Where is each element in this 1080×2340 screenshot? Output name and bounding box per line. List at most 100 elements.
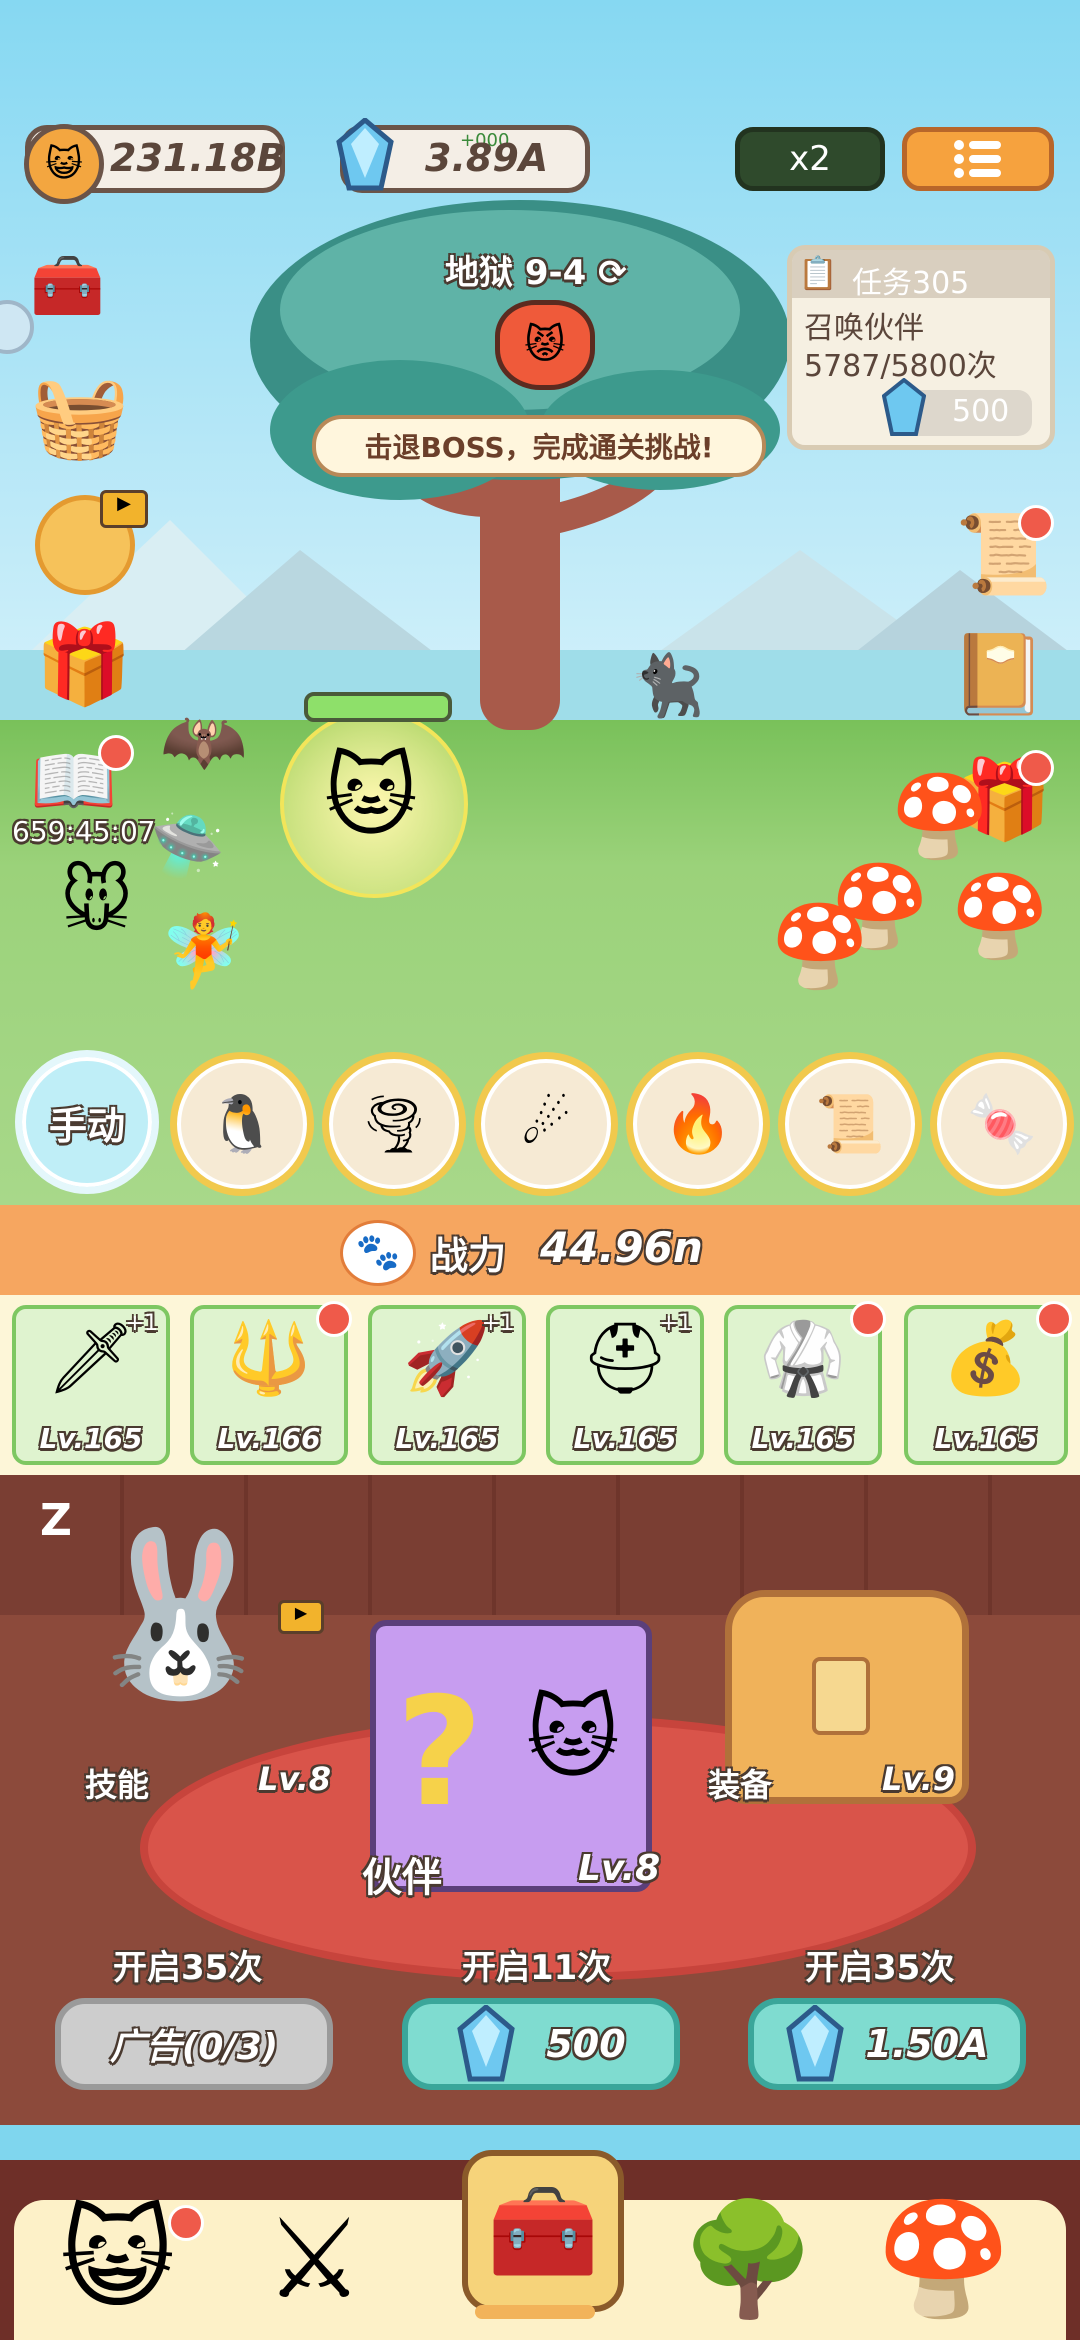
fairy-enemy: 🧚 [160,910,248,992]
coin-value: 231.18B [110,136,286,180]
equipment-slot-6[interactable]: 💰 Lv.165 [904,1301,1072,1465]
fire-icon: 🔥 [663,1092,733,1157]
equipment-level: Lv.165 [573,1422,677,1455]
task-reward-value: 500 [952,394,1010,429]
task-icon: 📋 [798,254,838,292]
coin-icon: 😺 [24,124,104,204]
task-card[interactable]: 📋 任务305 召唤伙伴5787/5800次 500 [787,245,1055,450]
banner-text: 击退BOSS，完成通关挑战! [364,431,714,464]
stage-title: 地狱 9-4 ⟳ [445,253,627,293]
mushroom-enemy: 🍄 [770,900,870,993]
skill-summon-level: Lv.8 [258,1760,332,1798]
skill-summon-bunny[interactable]: 🐰 [80,1520,279,1709]
equipment-level: Lv.165 [39,1422,143,1455]
cat-icon: 😺 [60,2195,175,2323]
notification-dot [1018,750,1054,786]
skill-slot-6[interactable]: 🍬 [930,1052,1074,1196]
equipment-level: Lv.165 [751,1422,855,1455]
hero-cat: 🐱 [280,692,468,898]
mushroom-house-icon: 🍄 [875,2195,1012,2323]
skill-slot-3[interactable]: ☄ [474,1052,618,1196]
skill-slot-5[interactable]: 📜 [778,1052,922,1196]
skill-slot-4[interactable]: 🔥 [626,1052,770,1196]
skill-slot-1[interactable]: 🐧 [170,1052,314,1196]
equipment-slot-5[interactable]: 🥋 Lv.165 [724,1301,886,1465]
skill-open-count: 开启35次 [113,1948,263,1988]
armor-icon: 🥋 [759,1317,847,1399]
tab-tree[interactable]: 🌳 [680,2195,817,2324]
skill-ad-summon-button[interactable]: 广告(0/3) [55,1998,333,2090]
boss-icon[interactable]: 😾 [495,300,595,390]
gem-counter[interactable]: +000 3.89A [336,116,590,193]
mushroom-enemy: 🍄 [950,870,1050,963]
equipment-slot-4[interactable]: +1 ⛑ Lv.165 [546,1305,704,1465]
question-mark-icon: ? [396,1666,484,1840]
equipment-slot-2[interactable]: 🔱 Lv.166 [190,1301,352,1465]
manual-label: 手动 [48,1103,125,1148]
treasure-basket-icon[interactable]: 🧺 [30,370,130,464]
meteor-icon: ☄ [520,1091,572,1157]
upgrade-badge: +1 [659,1311,692,1336]
tab-chest[interactable]: 🧰 [462,2150,624,2312]
equipment-slot-3[interactable]: +1 🚀 Lv.165 [368,1305,526,1465]
coin-counter[interactable]: 😺 231.18B [24,124,286,204]
notification-dot [850,1301,886,1337]
equip-summon-label: 装备 [708,1766,773,1804]
power-value: 44.96n [540,1223,703,1272]
tab-mushroom-house[interactable]: 🍄 [875,2195,1012,2324]
equip-summon-level: Lv.9 [882,1760,956,1798]
equipment-slot-1[interactable]: +1 🗡 Lv.165 [12,1305,170,1465]
chest-lock-icon [812,1657,870,1735]
partner-cost: 500 [546,2022,626,2066]
gem-icon [882,378,926,436]
equip-cost: 1.50A [865,2022,989,2066]
partner-summon-label: 伙伴 [362,1855,442,1901]
skill-summon-label: 技能 [85,1766,150,1804]
ufo-enemy: 🛸 [150,811,225,881]
bat-enemy: 🦇 [160,700,248,782]
weapon-icon: ⚔ [265,2195,364,2323]
video-wheel-icon[interactable]: ▶ [35,490,148,595]
settings-cluster-icon[interactable]: 🧰 [30,250,125,340]
manual-toggle-button[interactable]: 手动 [15,1050,159,1194]
menu-button[interactable] [902,127,1054,191]
notification-dot [1018,505,1054,541]
penguin-icon: 🐧 [207,1092,277,1157]
skill-slot-2[interactable]: 🌪 [322,1052,466,1196]
cat-album-icon[interactable]: 📔 [950,630,1047,721]
power-bar: 🐾 战力 44.96n [0,1205,1080,1295]
spear-icon: 🔱 [225,1317,313,1399]
play-ad-icon[interactable]: ▶ [278,1600,324,1634]
speed-button[interactable]: x2 [735,127,885,191]
speed-label: x2 [789,139,831,179]
notification-dot [98,735,134,771]
cat-sticker-icon: 🐱 [526,1686,620,1791]
gem-value: 3.89A [425,136,549,180]
mystery-box-icon[interactable]: 🎁 [35,620,132,711]
tab-cats[interactable]: 😺 [60,2195,175,2323]
equip-summon-button[interactable]: 1.50A [748,1998,1026,2090]
gem-icon [335,116,395,194]
task-description: 召唤伙伴5787/5800次 [804,311,997,384]
notification-dot [168,2205,204,2241]
paw-icon: 🐾 [340,1220,416,1286]
notification-dot [316,1301,352,1337]
skill-ad-label: 广告(0/3) [109,2027,279,2068]
chest-icon: 🧰 [486,2178,600,2284]
hero-health-bar [304,692,452,722]
tab-weapons[interactable]: ⚔ [265,2195,364,2323]
event-timer: 659:45:07 [12,815,156,848]
equip-open-count: 开启35次 [805,1948,955,1988]
refresh-icon[interactable]: ⟳ [598,253,627,293]
partner-open-count: 开启11次 [462,1948,612,1988]
partner-summon-button[interactable]: 500 [402,1998,680,2090]
equipment-level: Lv.165 [934,1422,1038,1455]
boss-challenge-banner[interactable]: 击退BOSS，完成通关挑战! [312,415,766,477]
sleep-z-icon: Z [40,1495,72,1546]
tornado-icon: 🌪 [358,1092,430,1157]
helmet-icon: ⛑ [580,1317,670,1399]
scroll-icon: 📜 [815,1092,885,1157]
upgrade-badge: +1 [125,1311,158,1336]
black-cat-enemy: 🐈‍⬛ [630,651,705,721]
upgrade-badge: +1 [481,1311,514,1336]
